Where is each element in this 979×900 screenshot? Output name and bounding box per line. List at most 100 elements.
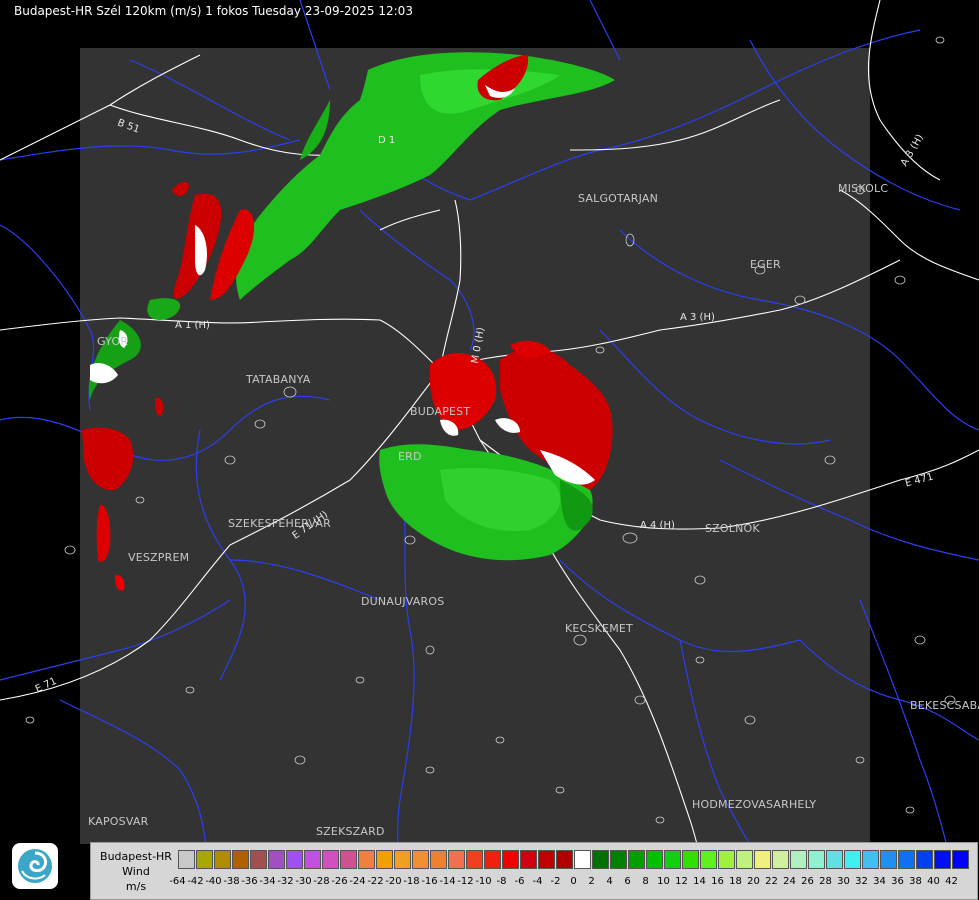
legend-tick-label: 2 [588, 876, 595, 887]
legend-swatch [790, 850, 807, 869]
legend-tick-label: -8 [496, 876, 507, 887]
radar-coverage-area [80, 48, 870, 844]
legend-swatch [826, 850, 843, 869]
legend-tick-label: -34 [259, 876, 276, 887]
legend-tick-label: -42 [187, 876, 204, 887]
legend-swatch [808, 850, 825, 869]
road-label-a3h: A 3 (H) [680, 312, 715, 323]
city-label-gyor: GYOR [97, 335, 129, 348]
city-label-kecskemet: KECSKEMET [565, 622, 633, 635]
city-label-budapest: BUDAPEST [410, 405, 471, 418]
legend-tick-label: 16 [711, 876, 724, 887]
legend-tick-label: -6 [514, 876, 525, 887]
legend-tick-label: -28 [313, 876, 330, 887]
legend-tick-label: -22 [367, 876, 384, 887]
legend-tick-label: 36 [891, 876, 904, 887]
legend-tick-label: 18 [729, 876, 742, 887]
legend-tick-label: 38 [909, 876, 922, 887]
road-label-a4h: A 4 (H) [640, 520, 675, 531]
legend-tick-label: 0 [570, 876, 577, 887]
legend-tick-label: 6 [624, 876, 631, 887]
legend-tick-label: -32 [277, 876, 294, 887]
legend-swatch [196, 850, 213, 869]
legend-tick-label: -26 [331, 876, 348, 887]
legend-swatch [340, 850, 357, 869]
legend-swatch [358, 850, 375, 869]
road-label-a1h: A 1 (H) [175, 320, 210, 331]
legend-swatch [430, 850, 447, 869]
city-label-hodmezovasarhely: HODMEZOVASARHELY [692, 798, 817, 811]
legend-swatch [916, 850, 933, 869]
legend-swatch [862, 850, 879, 869]
legend-swatch [844, 850, 861, 869]
city-label-veszprem: VESZPREM [128, 551, 190, 564]
legend-swatch [250, 850, 267, 869]
legend-swatch [700, 850, 717, 869]
legend-swatch [394, 850, 411, 869]
legend-swatch [592, 850, 609, 869]
legend-swatch [934, 850, 951, 869]
legend-tick-label: 14 [693, 876, 706, 887]
legend-label: Budapest-HR Wind m/s [91, 843, 181, 899]
legend-swatch [664, 850, 681, 869]
legend-swatch [754, 850, 771, 869]
legend-swatch [556, 850, 573, 869]
legend-swatch [178, 850, 195, 869]
wind-legend: Budapest-HR Wind m/s -64 -42 -40 -38 -36 -34-… [90, 842, 978, 900]
legend-tick-label: 42 [945, 876, 958, 887]
legend-swatch [304, 850, 321, 869]
city-label-dunaujvaros: DUNAUJVAROS [361, 595, 445, 608]
legend-swatch [502, 850, 519, 869]
radar-title: Budapest-HR Szél 120km (m/s) 1 fokos Tue… [14, 4, 413, 18]
city-label-kaposvar: KAPOSVAR [88, 815, 149, 828]
legend-tick-label: -14 [439, 876, 456, 887]
legend-swatch [484, 850, 501, 869]
legend-tick-label: -36 [241, 876, 258, 887]
met-service-logo [12, 843, 58, 889]
radar-map [0, 0, 979, 900]
legend-swatch [286, 850, 303, 869]
legend-subtitle: Wind [122, 865, 150, 878]
legend-swatch [718, 850, 735, 869]
legend-swatch [898, 850, 915, 869]
legend-tick-label: -40 [205, 876, 222, 887]
legend-tick-label: -30 [295, 876, 312, 887]
legend-tick-label: -38 [223, 876, 240, 887]
city-label-szekszard: SZEKSZARD [316, 825, 385, 838]
legend-swatch [268, 850, 285, 869]
legend-swatch [520, 850, 537, 869]
legend-tick-label: 28 [819, 876, 832, 887]
legend-tick-label: -12 [457, 876, 474, 887]
legend-tick-label: 12 [675, 876, 688, 887]
legend-tick-label: -20 [385, 876, 402, 887]
legend-title: Budapest-HR [100, 850, 172, 863]
legend-swatch [646, 850, 663, 869]
legend-swatch [772, 850, 789, 869]
city-label-szolnok: SZOLNOK [705, 522, 760, 535]
legend-unit: m/s [125, 880, 147, 893]
legend-tick-label: -10 [475, 876, 492, 887]
legend-swatch [214, 850, 231, 869]
city-label-miskolc: MISKOLC [838, 182, 889, 195]
legend-tick-label: 4 [606, 876, 613, 887]
legend-tick-label: 22 [765, 876, 778, 887]
legend-tick-label: -4 [532, 876, 543, 887]
legend-tick-label: 26 [801, 876, 814, 887]
legend-tick-label: 32 [855, 876, 868, 887]
legend-tick-label: 20 [747, 876, 760, 887]
city-label-salgotarjan: SALGOTARJAN [578, 192, 659, 205]
legend-swatch [880, 850, 897, 869]
legend-tick-label: -24 [349, 876, 366, 887]
legend-tick-label: 40 [927, 876, 940, 887]
legend-tick-label: 8 [642, 876, 649, 887]
legend-tick-label: -16 [421, 876, 438, 887]
legend-swatch [466, 850, 483, 869]
legend-swatch [232, 850, 249, 869]
legend-swatch [610, 850, 627, 869]
legend-swatch [538, 850, 555, 869]
legend-tick-label: 24 [783, 876, 796, 887]
legend-tick-label: 34 [873, 876, 886, 887]
legend-tick-label: -64 [169, 876, 186, 887]
legend-tick-label: -2 [550, 876, 561, 887]
swirl-icon [18, 849, 52, 883]
